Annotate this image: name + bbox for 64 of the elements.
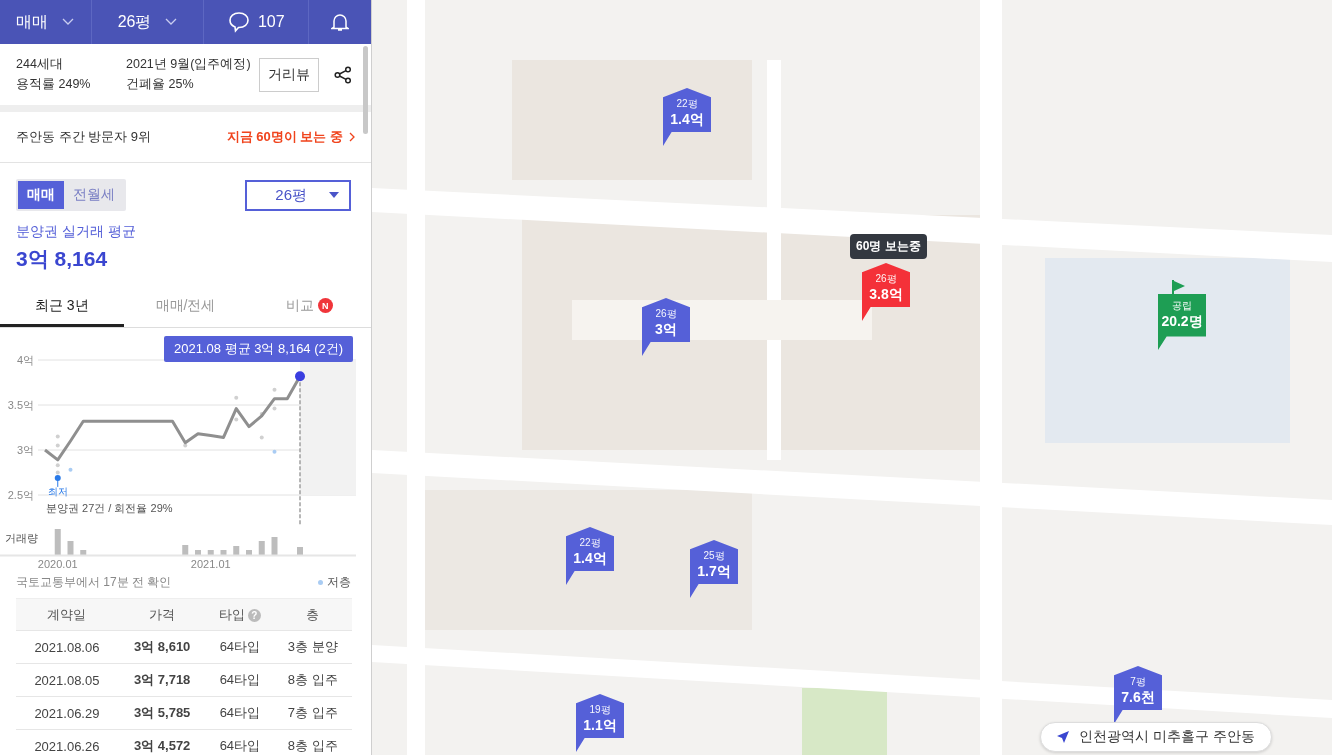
y-axis-label: 2.5억	[7, 489, 34, 501]
chevron-down-icon	[62, 18, 75, 26]
lowest-label: 최저	[47, 486, 68, 497]
legend-dot	[318, 580, 323, 585]
column-header: 타입 ?	[206, 598, 274, 631]
speech-bubble-icon	[227, 11, 250, 33]
building-coverage: 건폐율 25%	[126, 76, 195, 93]
visitor-rank: 주안동 주간 방문자 9위	[16, 128, 152, 146]
column-header: 계약일	[16, 598, 118, 631]
lowest-marker	[54, 474, 61, 488]
column-header: 가격	[117, 598, 207, 631]
location-text: 인천광역시 미추홀구 주안동	[1079, 728, 1255, 746]
new-badge: N	[317, 298, 333, 313]
selected-point	[295, 371, 305, 382]
flag-icon	[1172, 280, 1186, 296]
volume-label: 거래량	[5, 532, 38, 544]
live-viewers-link[interactable]: 지금 60명이 보는 중	[226, 128, 355, 146]
chart-note: 분양권 27건 / 회전율 29%	[46, 502, 173, 514]
deal-type-tab[interactable]: 전월세	[64, 181, 124, 209]
table-cell: 64타입	[206, 729, 274, 755]
x-axis-label: 2021.01	[190, 558, 231, 568]
table-cell: 7층 입주	[273, 696, 352, 730]
location-pill[interactable]: 인천광역시 미추홀구 주안동	[1040, 722, 1272, 752]
location-arrow-icon	[1057, 731, 1069, 743]
bell-icon	[331, 12, 350, 32]
table-cell: 2021.08.05	[16, 663, 118, 697]
table-cell: 3억 8,610	[117, 630, 207, 664]
deal-type-tab[interactable]: 매매	[18, 181, 64, 209]
source-note: 국토교통부에서 17분 전 확인	[16, 574, 172, 591]
table-cell: 3억 4,572	[117, 729, 207, 755]
average-label: 분양권 실거래 평균	[16, 223, 137, 241]
share-icon[interactable]	[333, 65, 352, 84]
viewers-tooltip: 60명 보는중	[850, 234, 927, 259]
table-cell: 64타입	[206, 696, 274, 730]
table-cell: 2021.08.06	[16, 630, 118, 664]
size-select[interactable]: 26평	[245, 179, 351, 211]
column-header: 층	[273, 598, 352, 631]
table-cell: 64타입	[206, 663, 274, 697]
street-view-button[interactable]: 거리뷰	[258, 57, 319, 92]
average-price: 3억 8,164	[16, 246, 109, 272]
table-cell: 8층 입주	[273, 729, 352, 755]
y-axis-label: 4억	[16, 354, 34, 366]
scrollbar[interactable]	[363, 46, 368, 134]
x-axis-label: 2020.01	[37, 558, 78, 568]
chevron-right-icon	[349, 132, 355, 142]
legend-label: 저층	[327, 574, 351, 591]
floor-area-ratio: 용적률 249%	[16, 76, 92, 93]
table-cell: 8층 입주	[273, 663, 352, 697]
table-cell: 2021.06.26	[16, 729, 118, 755]
table-cell: 64타입	[206, 630, 274, 664]
table-cell: 3억 5,785	[117, 696, 207, 730]
household-count: 244세대	[16, 56, 64, 73]
deal-type-dropdown[interactable]: 매매	[0, 0, 92, 44]
move-in-date: 2021년 9월(입주예정)	[126, 56, 251, 73]
chart-tooltip: 2021.08 평균 3억 8,164 (2건)	[164, 336, 354, 362]
caret-icon	[329, 192, 339, 198]
table-cell: 2021.06.29	[16, 696, 118, 730]
table-cell: 3층 분양	[273, 630, 352, 664]
chevron-down-icon	[165, 18, 178, 26]
y-axis-label: 3억	[16, 444, 34, 456]
size-dropdown[interactable]: 26평	[91, 0, 205, 44]
y-axis-label: 3.5억	[7, 399, 34, 411]
table-cell: 3억 7,718	[117, 663, 207, 697]
comments-button[interactable]: 107	[204, 0, 310, 44]
